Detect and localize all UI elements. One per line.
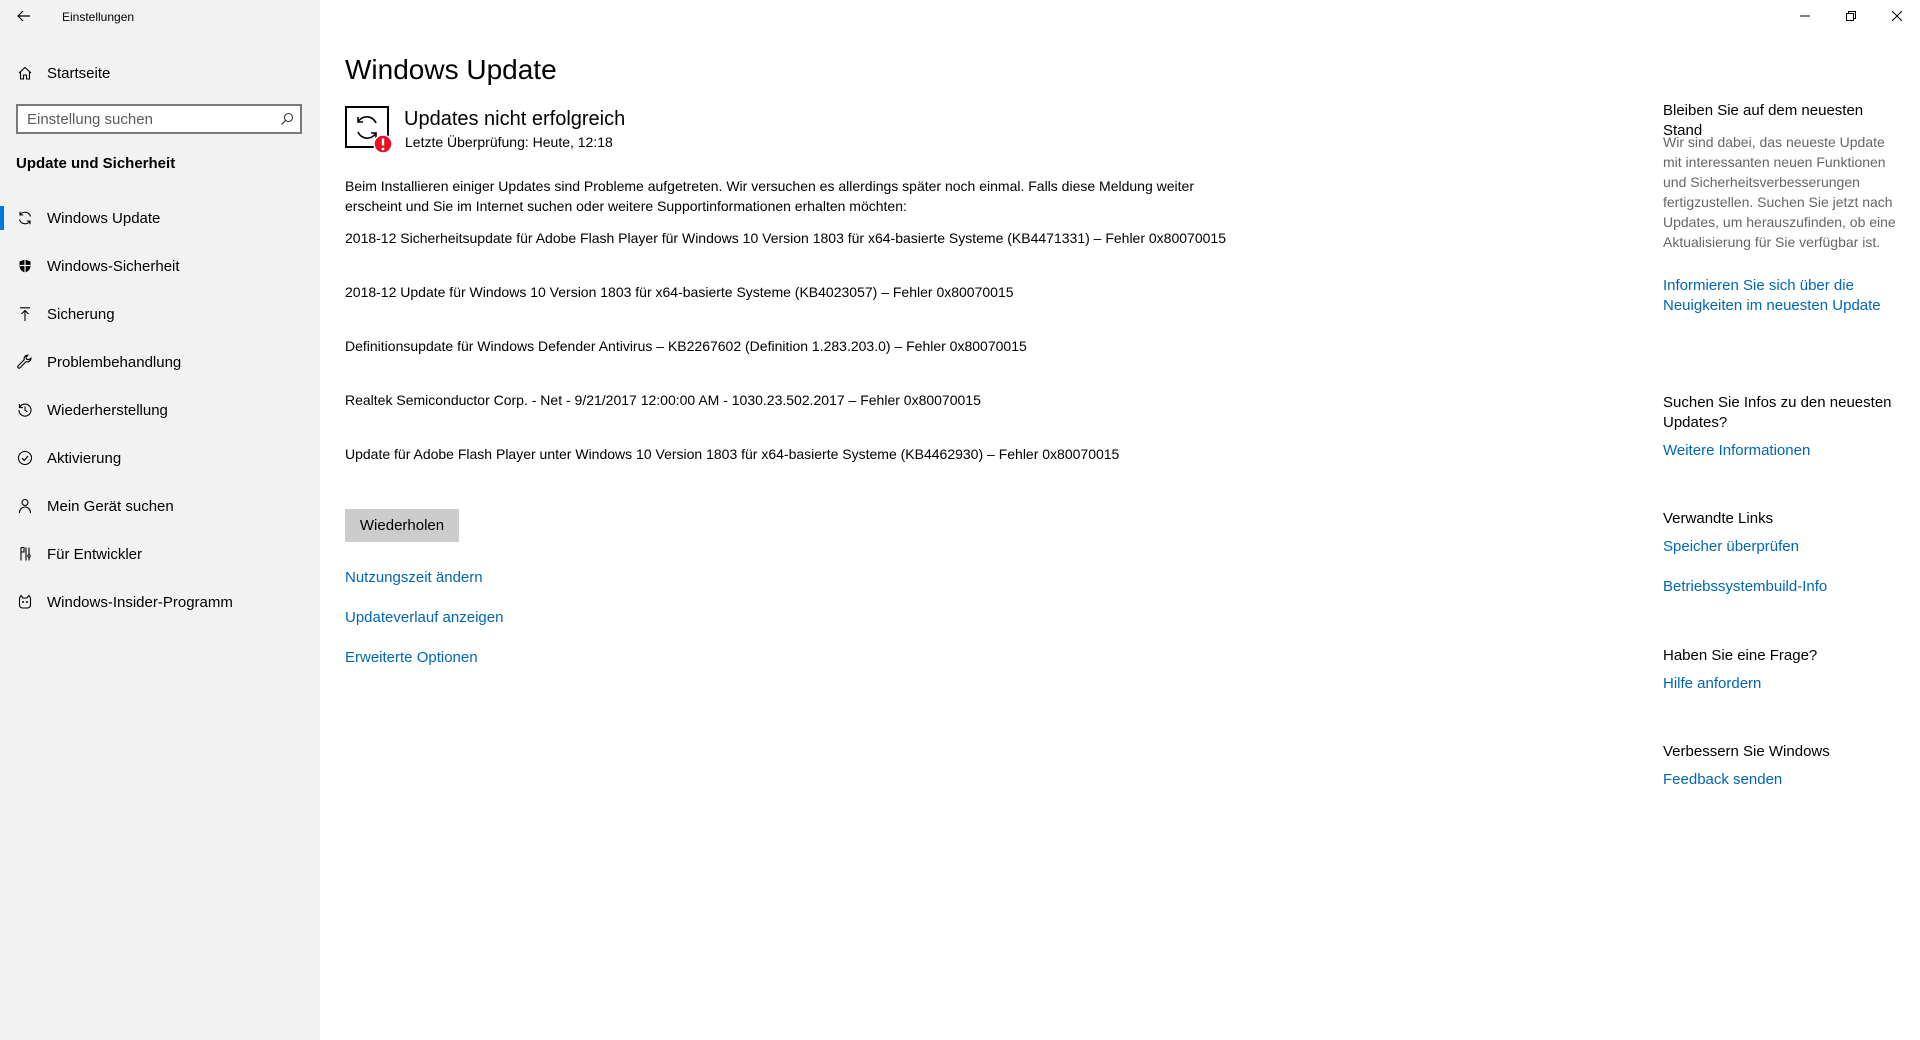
section-header: Update und Sicherheit bbox=[16, 155, 176, 172]
sidebar-item-troubleshoot[interactable]: Problembehandlung bbox=[0, 338, 320, 386]
back-button[interactable] bbox=[8, 2, 40, 30]
settings-search-box[interactable] bbox=[16, 104, 302, 134]
sidebar-nav: Windows Update Windows-Sicherheit Sicher… bbox=[0, 194, 320, 626]
sidebar-item-label: Windows Update bbox=[47, 209, 161, 227]
sidebar-home-label: Startseite bbox=[47, 64, 111, 82]
retry-button[interactable]: Wiederholen bbox=[345, 509, 459, 542]
person-location-icon bbox=[16, 497, 34, 515]
update-error-icon bbox=[345, 106, 393, 154]
change-active-hours-link[interactable]: Nutzungszeit ändern bbox=[345, 569, 483, 586]
whats-new-link[interactable]: Informieren Sie sich über die Neuigkeite… bbox=[1663, 276, 1903, 316]
failed-update-item: 2018-12 Update für Windows 10 Version 18… bbox=[345, 284, 1014, 300]
developer-tools-icon bbox=[16, 545, 34, 563]
sidebar-item-label: Problembehandlung bbox=[47, 353, 182, 371]
sidebar-item-find-my-device[interactable]: Mein Gerät suchen bbox=[0, 482, 320, 530]
shield-icon bbox=[16, 257, 34, 275]
related-panel: Bleiben Sie auf dem neuesten Stand Wir s… bbox=[1663, 0, 1903, 1040]
failed-updates-list: 2018-12 Sicherheitsupdate für Adobe Flas… bbox=[345, 228, 1545, 498]
sync-icon bbox=[16, 209, 34, 227]
improve-heading: Verbessern Sie Windows bbox=[1663, 743, 1830, 760]
wrench-icon bbox=[16, 353, 34, 371]
failed-update-item: 2018-12 Sicherheitsupdate für Adobe Flas… bbox=[345, 230, 1226, 246]
search-icon[interactable] bbox=[280, 112, 294, 126]
recovery-icon bbox=[16, 401, 34, 419]
update-history-link[interactable]: Updateverlauf anzeigen bbox=[345, 609, 503, 626]
sidebar-item-label: Wiederherstellung bbox=[47, 401, 168, 419]
page-title: Windows Update bbox=[345, 54, 557, 85]
sidebar-item-label: Für Entwickler bbox=[47, 545, 143, 563]
sidebar-item-activation[interactable]: Aktivierung bbox=[0, 434, 320, 482]
failed-update-item: Realtek Semiconductor Corp. - Net - 9/21… bbox=[345, 392, 981, 408]
settings-window: Einstellungen Startseite Update und Sich… bbox=[0, 0, 1920, 1040]
info-heading: Suchen Sie Infos zu den neuesten Updates… bbox=[1663, 394, 1892, 431]
sidebar-item-label: Mein Gerät suchen bbox=[47, 497, 174, 515]
sidebar-item-windows-security[interactable]: Windows-Sicherheit bbox=[0, 242, 320, 290]
sidebar: Einstellungen Startseite Update und Sich… bbox=[0, 0, 320, 1040]
send-feedback-link[interactable]: Feedback senden bbox=[1663, 770, 1903, 790]
advanced-options-link[interactable]: Erweiterte Optionen bbox=[345, 649, 478, 666]
insider-cat-icon bbox=[16, 593, 34, 611]
last-check-text: Letzte Überprüfung: Heute, 12:18 bbox=[405, 134, 613, 150]
question-heading: Haben Sie eine Frage? bbox=[1663, 647, 1818, 664]
sidebar-item-windows-update[interactable]: Windows Update bbox=[0, 194, 320, 242]
failed-update-item: Definitionsupdate für Windows Defender A… bbox=[345, 338, 1027, 354]
home-icon bbox=[16, 64, 34, 82]
sidebar-item-home[interactable]: Startseite bbox=[0, 56, 320, 90]
sidebar-item-label: Windows-Sicherheit bbox=[47, 257, 180, 275]
more-info-link[interactable]: Weitere Informationen bbox=[1663, 441, 1903, 461]
failed-update-item: Update für Adobe Flash Player unter Wind… bbox=[345, 446, 1120, 462]
back-arrow-icon bbox=[17, 10, 30, 22]
check-storage-link[interactable]: Speicher überprüfen bbox=[1663, 537, 1903, 557]
sidebar-item-backup[interactable]: Sicherung bbox=[0, 290, 320, 338]
sidebar-item-label: Aktivierung bbox=[47, 449, 122, 467]
sidebar-item-recovery[interactable]: Wiederherstellung bbox=[0, 386, 320, 434]
sidebar-item-label: Sicherung bbox=[47, 305, 115, 323]
sidebar-item-insider[interactable]: Windows-Insider-Programm bbox=[0, 578, 320, 626]
sidebar-item-label: Windows-Insider-Programm bbox=[47, 593, 233, 611]
os-build-info-link[interactable]: Betriebssystembuild-Info bbox=[1663, 577, 1903, 597]
status-title: Updates nicht erfolgreich bbox=[404, 108, 626, 130]
error-description: Beim Installieren einiger Updates sind P… bbox=[345, 178, 1194, 214]
stay-current-text: Wir sind dabei, das neueste Update mit i… bbox=[1663, 134, 1896, 250]
get-help-link[interactable]: Hilfe anfordern bbox=[1663, 674, 1903, 694]
search-input[interactable] bbox=[27, 109, 267, 129]
check-circle-icon bbox=[16, 449, 34, 467]
backup-arrow-icon bbox=[16, 305, 34, 323]
app-title: Einstellungen bbox=[62, 10, 135, 24]
sidebar-item-developers[interactable]: Für Entwickler bbox=[0, 530, 320, 578]
related-links-heading: Verwandte Links bbox=[1663, 510, 1774, 527]
main-content: Windows Update Updates nicht erfolgreich… bbox=[345, 0, 1615, 1040]
